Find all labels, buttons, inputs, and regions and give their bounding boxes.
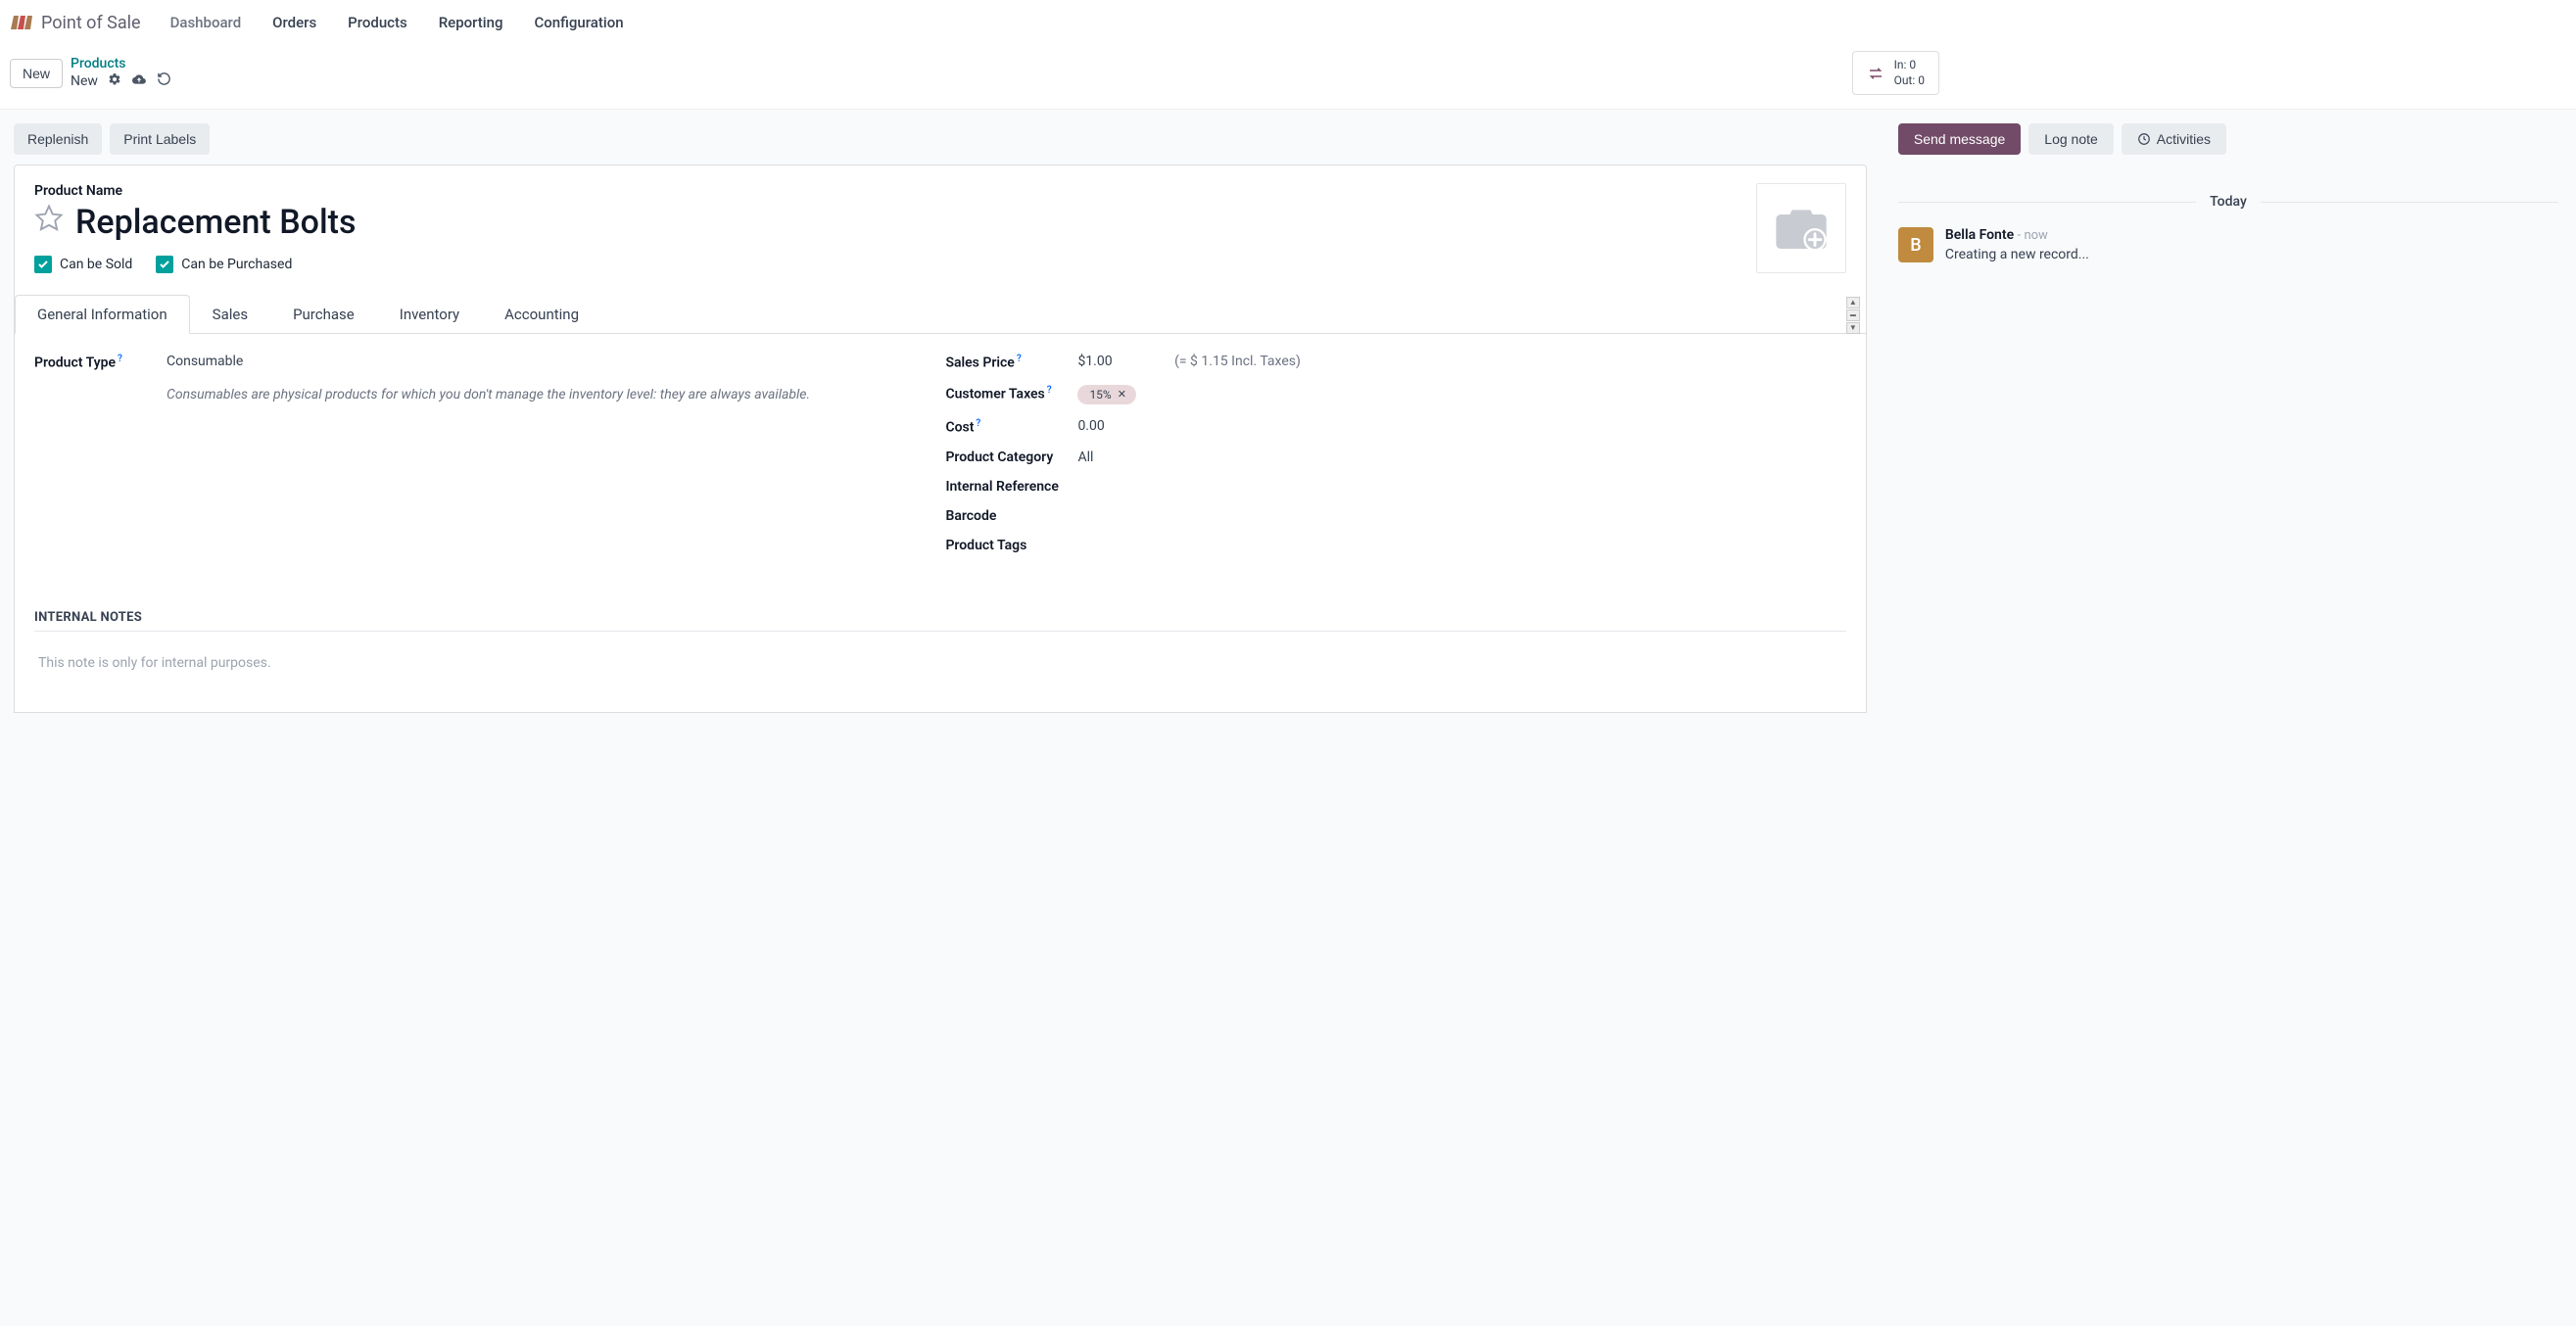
log-note-button[interactable]: Log note xyxy=(2028,123,2114,155)
help-icon[interactable]: ? xyxy=(118,354,122,364)
incl-taxes-text: (= $ 1.15 Incl. Taxes) xyxy=(1174,354,1301,369)
help-icon[interactable]: ? xyxy=(976,418,980,429)
log-author[interactable]: Bella Fonte xyxy=(1945,227,2014,243)
spinner-mid-icon[interactable]: ▬ xyxy=(1846,309,1860,321)
sales-price-value[interactable]: $1.00 xyxy=(1077,354,1112,369)
cost-value[interactable]: 0.00 xyxy=(1077,418,1845,434)
new-button[interactable]: New xyxy=(10,59,63,88)
activities-button[interactable]: Activities xyxy=(2122,123,2226,155)
control-panel: New Products New In: 0 Out: 0 xyxy=(0,45,2576,109)
remove-tag-icon[interactable]: ✕ xyxy=(1118,388,1126,401)
today-divider: Today xyxy=(2196,194,2261,210)
form-tabs: General Information Sales Purchase Inven… xyxy=(15,295,1866,334)
print-labels-button[interactable]: Print Labels xyxy=(110,123,210,155)
discard-icon[interactable] xyxy=(157,71,171,90)
product-image-upload[interactable] xyxy=(1756,183,1846,273)
nav-orders[interactable]: Orders xyxy=(261,8,328,37)
in-out-stat-button[interactable]: In: 0 Out: 0 xyxy=(1852,51,1939,95)
tab-accounting[interactable]: Accounting xyxy=(482,295,601,334)
stat-in: In: 0 xyxy=(1894,58,1925,73)
can-be-sold-checkbox[interactable]: Can be Sold xyxy=(34,256,132,273)
tab-general-information[interactable]: General Information xyxy=(15,295,190,334)
product-type-value[interactable]: Consumable xyxy=(167,354,922,369)
barcode-label: Barcode xyxy=(945,508,1077,524)
tab-sales[interactable]: Sales xyxy=(190,295,270,334)
breadcrumb-products[interactable]: Products xyxy=(71,56,171,71)
tax-tag[interactable]: 15% ✕ xyxy=(1077,385,1136,404)
product-name-input[interactable]: Replacement Bolts xyxy=(75,203,356,242)
spinner-up-icon[interactable]: ▲ xyxy=(1846,297,1860,308)
number-spinner[interactable]: ▲ ▬ ▼ xyxy=(1846,297,1860,334)
stat-out: Out: 0 xyxy=(1894,73,1925,89)
chatter-panel: Send message Log note Activities Today B… xyxy=(1881,110,2576,1326)
product-name-label: Product Name xyxy=(34,183,1846,199)
cost-label: Cost xyxy=(945,420,974,436)
can-be-sold-label: Can be Sold xyxy=(60,257,132,272)
internal-notes-input[interactable]: This note is only for internal purposes. xyxy=(34,632,1846,694)
help-icon[interactable]: ? xyxy=(1017,354,1022,364)
can-be-purchased-checkbox[interactable]: Can be Purchased xyxy=(156,256,292,273)
internal-reference-label: Internal Reference xyxy=(945,479,1077,495)
nav-dashboard[interactable]: Dashboard xyxy=(159,8,254,37)
form-sheet: Product Name Replacement Bolts Can be So… xyxy=(14,165,1867,712)
favorite-star-icon[interactable] xyxy=(34,204,64,241)
tab-inventory[interactable]: Inventory xyxy=(377,295,482,334)
internal-notes-header: Internal Notes xyxy=(34,610,1846,632)
app-title[interactable]: Point of Sale xyxy=(41,13,141,33)
spinner-down-icon[interactable]: ▼ xyxy=(1846,322,1860,334)
log-message: Creating a new record... xyxy=(1945,247,2089,262)
nav-configuration[interactable]: Configuration xyxy=(522,8,635,37)
product-category-label: Product Category xyxy=(945,450,1077,465)
product-type-hint: Consumables are physical products for wh… xyxy=(167,385,922,405)
activities-label: Activities xyxy=(2157,131,2211,147)
gear-icon[interactable] xyxy=(108,72,121,90)
cloud-save-icon[interactable] xyxy=(131,72,147,90)
tab-purchase[interactable]: Purchase xyxy=(270,295,377,334)
breadcrumb-current: New xyxy=(71,73,98,89)
replenish-button[interactable]: Replenish xyxy=(14,123,102,155)
top-navbar: Point of Sale Dashboard Orders Products … xyxy=(0,0,2576,45)
product-category-value[interactable]: All xyxy=(1077,450,1845,465)
tax-tag-label: 15% xyxy=(1089,388,1111,402)
sales-price-label: Sales Price xyxy=(945,355,1014,371)
product-type-label: Product Type xyxy=(34,355,116,371)
can-be-purchased-label: Can be Purchased xyxy=(181,257,292,272)
customer-taxes-label: Customer Taxes xyxy=(945,387,1044,403)
log-entry: B Bella Fonte - now Creating a new recor… xyxy=(1898,227,2558,262)
help-icon[interactable]: ? xyxy=(1047,385,1052,396)
avatar[interactable]: B xyxy=(1898,227,1933,262)
product-tags-label: Product Tags xyxy=(945,538,1077,553)
nav-reporting[interactable]: Reporting xyxy=(427,8,515,37)
app-logo-icon xyxy=(10,13,33,32)
log-time: now xyxy=(2024,228,2047,243)
nav-products[interactable]: Products xyxy=(336,8,419,37)
send-message-button[interactable]: Send message xyxy=(1898,123,2021,155)
